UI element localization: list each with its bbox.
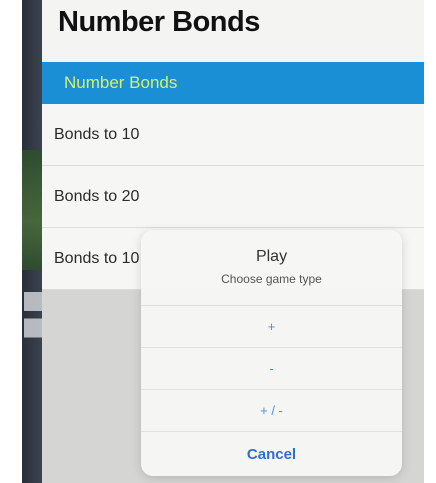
option-mixed-button[interactable]: + / - [141, 390, 402, 432]
cancel-button[interactable]: Cancel [141, 432, 402, 476]
list-section-header[interactable]: Number Bonds [42, 62, 424, 104]
device-bezel-right [424, 0, 436, 483]
dialog-title: Play [255, 248, 288, 265]
page-title: Number Bonds [58, 6, 260, 38]
option-addition-button[interactable]: + [141, 306, 402, 348]
option-subtraction-button[interactable]: - [141, 348, 402, 390]
dialog-header: Play Choose game type [141, 230, 402, 306]
background-text-fragment [24, 292, 42, 340]
play-action-sheet: Play Choose game type + - + / - Cancel [141, 230, 402, 476]
device-bezel-left [0, 0, 22, 483]
screen: Number Bonds Number Bonds Bonds to 10 Bo… [0, 0, 436, 483]
dialog-subtitle: Choose game type [221, 272, 322, 286]
list-item-bonds-to-20[interactable]: Bonds to 20 [42, 166, 424, 228]
background-image [22, 150, 42, 270]
background-app-strip [22, 0, 42, 483]
list-item-bonds-to-10[interactable]: Bonds to 10 [42, 104, 424, 166]
